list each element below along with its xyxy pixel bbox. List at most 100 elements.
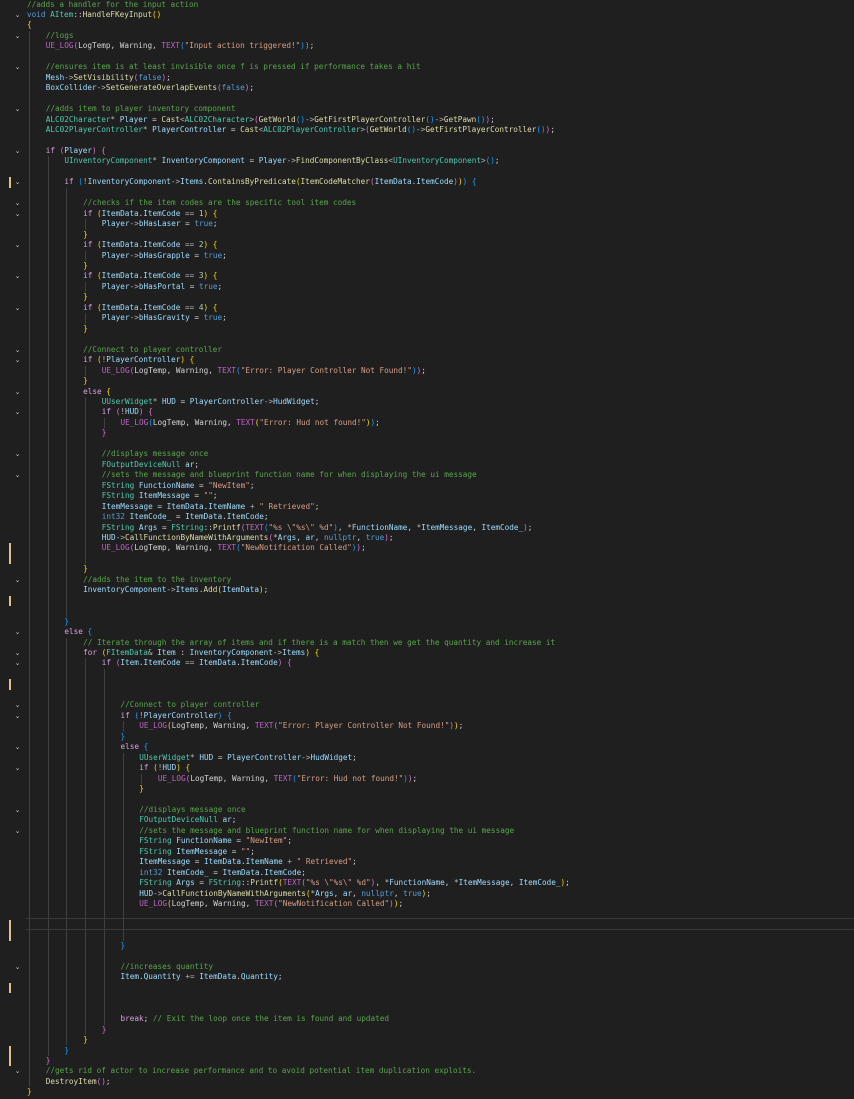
fold-chevron-icon[interactable]: ⌄ <box>13 648 22 658</box>
code-line[interactable]: ⌄ if (ItemData.ItemCode == 4) { <box>0 303 854 313</box>
fold-chevron-icon[interactable]: ⌄ <box>13 240 22 250</box>
fold-chevron-icon[interactable]: ⌄ <box>13 658 22 668</box>
code-line[interactable]: Mesh->SetVisibility(false); <box>0 73 854 83</box>
code-line[interactable]: ⌄ //Connect to player controller <box>0 700 854 710</box>
code-line[interactable]: ⌄ //sets the message and blueprint functi… <box>0 470 854 480</box>
fold-chevron-icon[interactable]: ⌄ <box>13 10 22 20</box>
code-line[interactable]: ⌄ if (!HUD) { <box>0 407 854 417</box>
code-line[interactable]: } <box>0 617 854 627</box>
code-line[interactable]: //adds a handler for the input action <box>0 0 854 10</box>
fold-chevron-icon[interactable]: ⌄ <box>13 826 22 836</box>
code-line[interactable]: } <box>0 784 854 794</box>
code-line[interactable]: HUD->CallFunctionByNameWithArguments(*Ar… <box>0 889 854 899</box>
code-line[interactable] <box>0 553 854 565</box>
code-line[interactable] <box>0 910 854 920</box>
fold-chevron-icon[interactable]: ⌄ <box>13 763 22 773</box>
code-line[interactable]: } <box>0 1025 854 1035</box>
code-line[interactable] <box>0 94 854 104</box>
fold-chevron-icon[interactable]: ⌄ <box>13 742 22 752</box>
code-line[interactable]: DestroyItem(); <box>0 1077 854 1087</box>
code-line[interactable]: ⌄ if (Item.ItemCode == ItemData.ItemCode)… <box>0 658 854 668</box>
code-line[interactable]: ⌄ if (!InventoryComponent->Items.Contains… <box>0 177 854 188</box>
code-line[interactable]: ⌄ if (ItemData.ItemCode == 2) { <box>0 240 854 250</box>
code-line[interactable] <box>0 669 854 679</box>
code-line[interactable] <box>0 930 854 941</box>
code-line[interactable]: ⌄ //adds the item to the inventory <box>0 575 854 585</box>
fold-chevron-icon[interactable]: ⌄ <box>13 711 22 721</box>
code-line[interactable]: FOutputDeviceNull ar; <box>0 460 854 470</box>
code-line[interactable] <box>0 52 854 62</box>
code-line[interactable] <box>0 679 854 690</box>
code-line[interactable]: } <box>0 1045 854 1056</box>
code-line[interactable]: FString Args = FString::Printf(TEXT("%s … <box>0 878 854 888</box>
code-line[interactable]: } <box>0 261 854 271</box>
code-line[interactable] <box>0 595 854 607</box>
code-line[interactable]: } <box>0 324 854 334</box>
code-line[interactable]: FString ItemMessage = ""; <box>0 491 854 501</box>
code-editor[interactable]: //adds a handler for the input action ⌄ vo… <box>0 0 854 1099</box>
code-line[interactable]: Player->bHasLaser = true; <box>0 219 854 229</box>
fold-chevron-icon[interactable]: ⌄ <box>13 31 22 41</box>
code-line[interactable]: Item.Quantity += ItemData.Quantity; <box>0 972 854 982</box>
fold-chevron-icon[interactable]: ⌄ <box>13 1066 22 1076</box>
code-line[interactable] <box>0 334 854 344</box>
code-line[interactable] <box>0 951 854 961</box>
fold-chevron-icon[interactable]: ⌄ <box>13 575 22 585</box>
fold-chevron-icon[interactable]: ⌄ <box>13 470 22 480</box>
fold-chevron-icon[interactable]: ⌄ <box>13 177 22 187</box>
code-line[interactable]: UE_LOG(LogTemp, Warning, TEXT("Error: Pl… <box>0 721 854 731</box>
code-line[interactable] <box>0 919 854 931</box>
code-line[interactable]: ⌄ //increases quantity <box>0 962 854 972</box>
code-line[interactable]: UUserWidget* HUD = PlayerController->Hud… <box>0 397 854 407</box>
code-line[interactable]: ⌄ //adds item to player inventory compone… <box>0 104 854 114</box>
code-line[interactable] <box>0 135 854 145</box>
fold-chevron-icon[interactable]: ⌄ <box>13 805 22 815</box>
fold-chevron-icon[interactable]: ⌄ <box>13 345 22 355</box>
code-line[interactable] <box>0 1004 854 1014</box>
code-line[interactable]: ⌄ if (ItemData.ItemCode == 1) { <box>0 209 854 219</box>
code-line[interactable] <box>0 993 854 1003</box>
code-line[interactable] <box>0 690 854 700</box>
code-line[interactable]: ⌄ if (!PlayerController) { <box>0 355 854 365</box>
fold-chevron-icon[interactable]: ⌄ <box>13 387 22 397</box>
fold-chevron-icon[interactable]: ⌄ <box>13 146 22 156</box>
code-line[interactable]: ItemMessage = ItemData.ItemName + " Retr… <box>0 502 854 512</box>
code-line[interactable]: UE_LOG(LogTemp, Warning, TEXT("Error: Pl… <box>0 366 854 376</box>
code-line[interactable]: ⌄ else { <box>0 627 854 637</box>
code-line[interactable]: Player->bHasGrapple = true; <box>0 251 854 261</box>
code-line[interactable]: InventoryComponent->Items.Add(ItemData); <box>0 585 854 595</box>
fold-chevron-icon[interactable]: ⌄ <box>13 104 22 114</box>
code-line[interactable]: } <box>0 1035 854 1045</box>
code-line[interactable]: ⌄ //checks if the item codes are the spec… <box>0 198 854 208</box>
code-line[interactable]: } <box>0 376 854 386</box>
code-line[interactable]: } <box>0 1087 854 1097</box>
code-line[interactable]: ⌄ void AItem::HandleFKeyInput() <box>0 10 854 20</box>
code-line[interactable]: UE_LOG(LogTemp, Warning, TEXT("Input act… <box>0 41 854 51</box>
code-line[interactable]: } <box>0 564 854 574</box>
code-line[interactable]: ⌄ //logs <box>0 31 854 41</box>
code-line[interactable] <box>0 794 854 804</box>
code-line[interactable]: ⌄ //ensures item is at least invisible on… <box>0 62 854 72</box>
code-line[interactable]: ⌄ else { <box>0 742 854 752</box>
code-line[interactable]: UE_LOG(LogTemp, Warning, TEXT("Error: Hu… <box>0 774 854 784</box>
code-line[interactable]: UUserWidget* HUD = PlayerController->Hud… <box>0 753 854 763</box>
code-line[interactable] <box>0 982 854 994</box>
code-line[interactable] <box>0 188 854 198</box>
code-line[interactable]: } <box>0 732 854 742</box>
fold-chevron-icon[interactable]: ⌄ <box>13 62 22 72</box>
code-line[interactable]: ⌄ //gets rid of actor to increase perform… <box>0 1066 854 1076</box>
code-line[interactable]: ⌄ if (!HUD) { <box>0 763 854 773</box>
code-line[interactable]: break; // Exit the loop once the item is… <box>0 1014 854 1024</box>
code-line[interactable]: FOutputDeviceNull ar; <box>0 815 854 825</box>
code-line[interactable]: // Iterate through the array of items an… <box>0 638 854 648</box>
code-line[interactable]: ALC02PlayerController* PlayerController … <box>0 125 854 135</box>
code-line[interactable]: } <box>0 292 854 302</box>
code-line[interactable]: FString ItemMessage = ""; <box>0 847 854 857</box>
code-line[interactable]: ⌄ //Connect to player controller <box>0 345 854 355</box>
code-line[interactable]: { <box>0 20 854 30</box>
code-line[interactable]: ⌄ //sets the message and blueprint functi… <box>0 826 854 836</box>
fold-chevron-icon[interactable]: ⌄ <box>13 198 22 208</box>
fold-chevron-icon[interactable]: ⌄ <box>13 271 22 281</box>
fold-chevron-icon[interactable]: ⌄ <box>13 407 22 417</box>
code-line[interactable]: FString FunctionName = "NewItem"; <box>0 836 854 846</box>
